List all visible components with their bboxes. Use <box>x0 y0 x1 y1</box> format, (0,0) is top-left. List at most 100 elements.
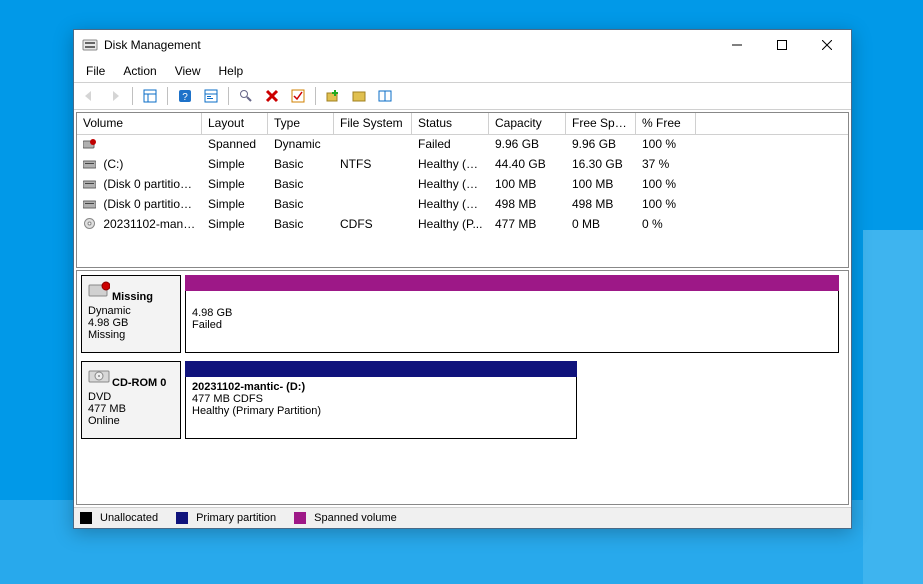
cell-capacity: 100 MB <box>489 175 566 195</box>
volume-name: (Disk 0 partition 4) <box>100 197 201 211</box>
menu-view[interactable]: View <box>167 62 209 80</box>
col-volume[interactable]: Volume <box>77 113 202 134</box>
disk-type: DVD <box>88 391 174 403</box>
back-button[interactable] <box>78 85 100 107</box>
disk-volume-area[interactable]: 20231102-mantic- (D:)477 MB CDFSHealthy … <box>185 361 577 439</box>
cell-type: Basic <box>268 195 334 215</box>
legend-spanned: Spanned volume <box>294 512 397 524</box>
cell-capacity: 498 MB <box>489 195 566 215</box>
volume-button[interactable] <box>348 85 370 107</box>
disk-info[interactable]: MissingDynamic4.98 GBMissing <box>81 275 181 353</box>
disk-state: Missing <box>88 329 174 341</box>
disk-row[interactable]: MissingDynamic4.98 GBMissing4.98 GBFaile… <box>81 275 844 353</box>
cell-layout: Simple <box>202 175 268 195</box>
find-button[interactable] <box>235 85 257 107</box>
cell-capacity: 44.40 GB <box>489 155 566 175</box>
cell-type: Basic <box>268 215 334 235</box>
maximize-button[interactable] <box>759 31 804 59</box>
cell-status: Healthy (B... <box>412 155 489 175</box>
volume-icon <box>83 138 96 154</box>
volume-icon <box>83 178 96 194</box>
cell-fs: NTFS <box>334 155 412 175</box>
col-status[interactable]: Status <box>412 113 489 134</box>
volume-title: 20231102-mantic- (D:) <box>192 381 305 393</box>
graphical-view[interactable]: MissingDynamic4.98 GBMissing4.98 GBFaile… <box>76 270 849 505</box>
volume-name: (C:) <box>100 157 123 171</box>
menu-help[interactable]: Help <box>211 62 252 80</box>
col-type[interactable]: Type <box>268 113 334 134</box>
disk-volume-area[interactable]: 4.98 GBFailed <box>185 275 839 353</box>
cell-fs <box>334 175 412 195</box>
cell-type: Basic <box>268 175 334 195</box>
volume-icon <box>83 217 96 234</box>
show-hide-button[interactable] <box>139 85 161 107</box>
col-capacity[interactable]: Capacity <box>489 113 566 134</box>
cell-fs <box>334 195 412 215</box>
cell-free: 16.30 GB <box>566 155 636 175</box>
disk-type: Dynamic <box>88 305 174 317</box>
check-button[interactable] <box>287 85 309 107</box>
volume-bar[interactable] <box>185 275 839 291</box>
volume-size-fs: 477 MB CDFS <box>192 393 263 405</box>
cell-fs: CDFS <box>334 215 412 235</box>
cell-layout: Simple <box>202 155 268 175</box>
layout-button[interactable] <box>374 85 396 107</box>
volume-size-fs: 4.98 GB <box>192 307 232 319</box>
cell-status: Healthy (P... <box>412 215 489 235</box>
volume-row[interactable]: (Disk 0 partition 1)SimpleBasicHealthy (… <box>77 175 848 195</box>
volume-row[interactable]: 20231102-mantic- ...SimpleBasicCDFSHealt… <box>77 215 848 235</box>
disk-size: 4.98 GB <box>88 317 174 329</box>
properties-button[interactable] <box>200 85 222 107</box>
volume-row[interactable]: (C:)SimpleBasicNTFSHealthy (B...44.40 GB… <box>77 155 848 175</box>
legend-swatch-spanned <box>294 512 306 524</box>
cell-capacity: 477 MB <box>489 215 566 235</box>
col-fs[interactable]: File System <box>334 113 412 134</box>
cell-layout: Simple <box>202 195 268 215</box>
legend: Unallocated Primary partition Spanned vo… <box>74 507 851 528</box>
legend-primary-label: Primary partition <box>196 512 276 524</box>
disk-management-window: Disk Management File Action View Help <box>73 29 852 529</box>
toolbar: ? <box>74 82 851 110</box>
cell-layout: Simple <box>202 215 268 235</box>
volume-status: Failed <box>192 319 222 331</box>
new-volume-button[interactable] <box>322 85 344 107</box>
close-button[interactable] <box>804 31 849 59</box>
col-pct[interactable]: % Free <box>636 113 696 134</box>
svg-text:?: ? <box>182 92 188 103</box>
volume-list-header[interactable]: Volume Layout Type File System Status Ca… <box>77 113 848 135</box>
col-layout[interactable]: Layout <box>202 113 268 134</box>
menu-file[interactable]: File <box>78 62 113 80</box>
cell-pct: 37 % <box>636 155 696 175</box>
volume-body[interactable]: 4.98 GBFailed <box>185 291 839 353</box>
cell-status: Failed <box>412 135 489 155</box>
volume-row[interactable]: SpannedDynamicFailed9.96 GB9.96 GB100 % <box>77 135 848 155</box>
volume-row[interactable]: (Disk 0 partition 4)SimpleBasicHealthy (… <box>77 195 848 215</box>
legend-primary: Primary partition <box>176 512 276 524</box>
cell-free: 100 MB <box>566 175 636 195</box>
disk-info[interactable]: CD-ROM 0 DVD477 MBOnline <box>81 361 181 439</box>
cell-status: Healthy (E... <box>412 175 489 195</box>
volume-icon <box>83 158 96 174</box>
window-title: Disk Management <box>104 38 201 52</box>
legend-swatch-primary <box>176 512 188 524</box>
delete-button[interactable] <box>261 85 283 107</box>
cell-layout: Spanned <box>202 135 268 155</box>
disk-icon: CD-ROM 0 <box>88 366 174 389</box>
cell-free: 498 MB <box>566 195 636 215</box>
volume-body[interactable]: 20231102-mantic- (D:)477 MB CDFSHealthy … <box>185 377 577 439</box>
disk-size: 477 MB <box>88 403 174 415</box>
menu-action[interactable]: Action <box>115 62 164 80</box>
volume-status: Healthy (Primary Partition) <box>192 405 321 417</box>
titlebar[interactable]: Disk Management <box>74 30 851 60</box>
disk-row[interactable]: CD-ROM 0 DVD477 MBOnline 20231102-mantic- … <box>81 361 844 439</box>
forward-button[interactable] <box>104 85 126 107</box>
cell-pct: 0 % <box>636 215 696 235</box>
cell-pct: 100 % <box>636 175 696 195</box>
col-free[interactable]: Free Spa... <box>566 113 636 134</box>
volume-bar[interactable] <box>185 361 577 377</box>
minimize-button[interactable] <box>714 31 759 59</box>
disk-state: Online <box>88 415 174 427</box>
cell-free: 0 MB <box>566 215 636 235</box>
volume-list[interactable]: Volume Layout Type File System Status Ca… <box>76 112 849 268</box>
help-button[interactable]: ? <box>174 85 196 107</box>
